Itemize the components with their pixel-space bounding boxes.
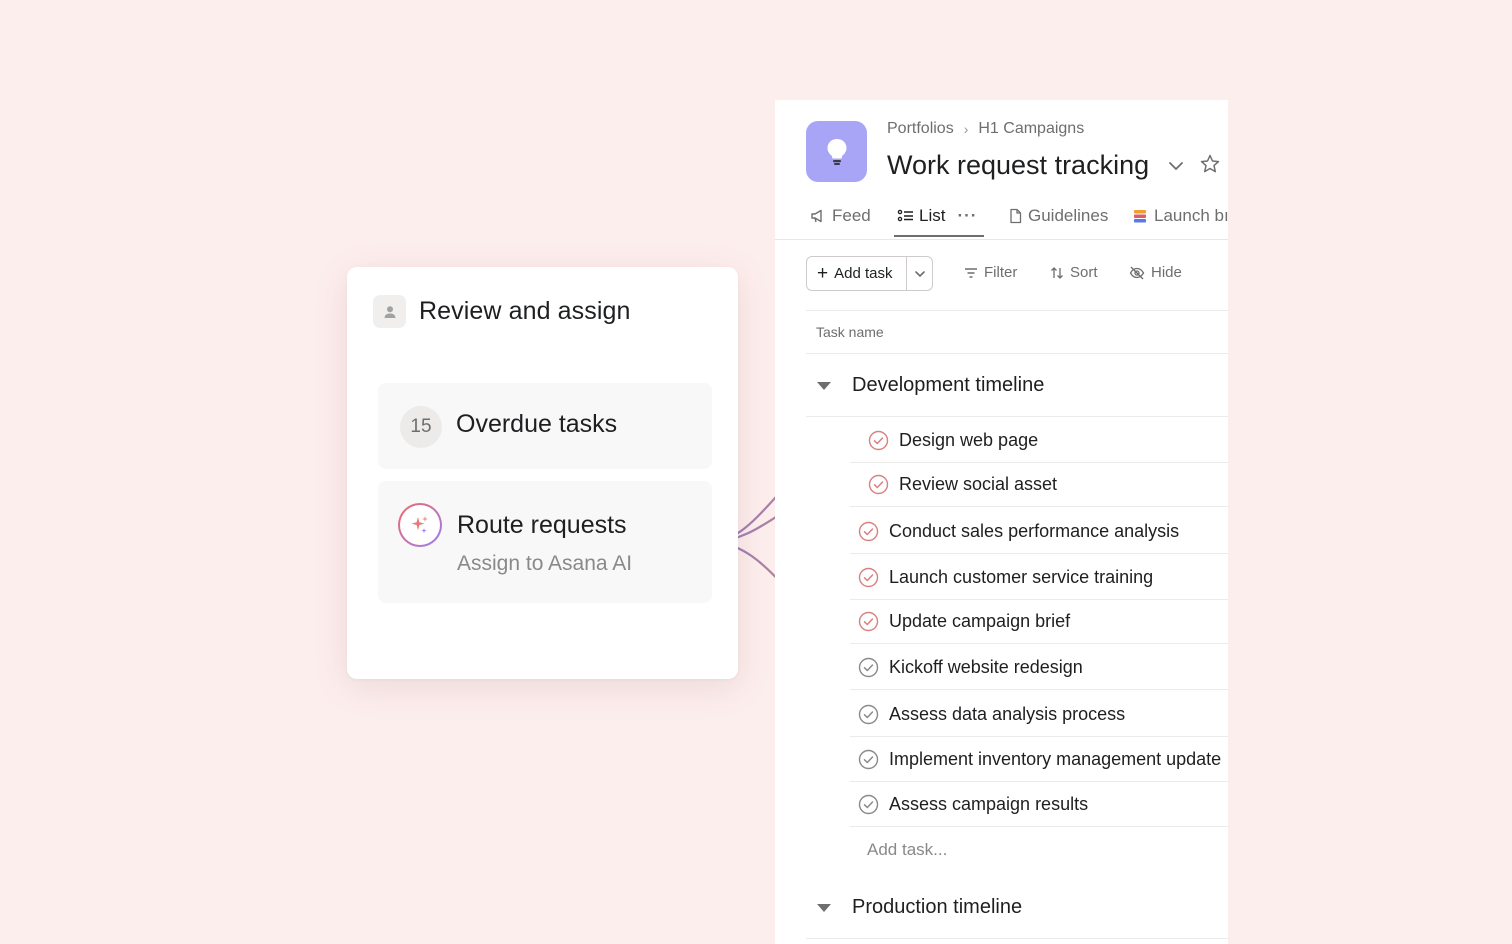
task-name: Assess data analysis process	[889, 703, 1126, 724]
check-circle-icon[interactable]	[868, 474, 889, 495]
project-title: Work request tracking	[887, 150, 1150, 180]
filter-button[interactable]: Filter	[964, 264, 1017, 281]
hide-label: Hide	[1151, 264, 1182, 281]
overdue-tasks-rule[interactable]: 15 Overdue tasks	[378, 383, 712, 469]
task-row[interactable]: Update campaign brief	[850, 599, 1228, 644]
task-row[interactable]: Conduct sales performance analysis	[850, 509, 1228, 554]
task-name: Assess campaign results	[889, 793, 1089, 814]
chevron-down-icon[interactable]	[1167, 157, 1185, 175]
column-header-task-name[interactable]: Task name	[806, 310, 1228, 354]
check-circle-icon[interactable]	[868, 430, 889, 451]
section-development-timeline[interactable]: Development timeline	[806, 355, 1228, 417]
section-production-timeline[interactable]: Production timeline	[806, 877, 1228, 939]
tab-feed[interactable]: Feed	[810, 206, 871, 240]
breadcrumb-h1-campaigns[interactable]: H1 Campaigns	[978, 120, 1084, 138]
task-row[interactable]: Implement inventory management update	[850, 737, 1228, 782]
review-and-assign-card: Review and assign 15 Overdue tasks Route…	[347, 267, 738, 679]
task-name: Kickoff website redesign	[889, 656, 1083, 677]
card-header: Review and assign	[373, 295, 631, 328]
project-panel: Portfolios › H1 Campaigns Work request t…	[775, 100, 1228, 944]
active-tab-indicator	[894, 235, 984, 237]
check-circle-icon[interactable]	[858, 567, 879, 588]
list-icon	[897, 209, 913, 222]
task-row[interactable]: Review social asset	[850, 462, 1228, 507]
check-circle-icon[interactable]	[858, 521, 879, 542]
overdue-count-badge: 15	[400, 406, 442, 448]
add-task-button[interactable]: + Add task	[806, 256, 933, 291]
sort-label: Sort	[1070, 264, 1098, 281]
chevron-down-icon[interactable]	[913, 267, 927, 281]
caret-down-icon[interactable]	[817, 903, 831, 912]
task-name: Update campaign brief	[889, 610, 1071, 631]
document-icon	[1010, 208, 1022, 224]
megaphone-icon	[811, 209, 822, 223]
routing-connector-lines	[712, 438, 853, 625]
route-requests-label: Route requests	[457, 511, 627, 539]
task-name: Launch customer service training	[889, 566, 1154, 587]
task-row[interactable]: Launch customer service training	[850, 555, 1228, 600]
task-row[interactable]: Kickoff website redesign	[850, 645, 1228, 690]
section-title: Development timeline	[852, 374, 1045, 396]
chevron-right-icon: ›	[963, 121, 969, 137]
tab-launch-label: Launch bı	[1154, 206, 1228, 225]
route-requests-rule[interactable]: Route requests Assign to Asana AI	[378, 481, 712, 603]
task-name: Design web page	[899, 429, 1039, 450]
overdue-tasks-label: Overdue tasks	[456, 410, 618, 438]
filter-icon	[965, 267, 977, 278]
add-task-inline[interactable]: Add task...	[867, 840, 947, 860]
task-row[interactable]: Design web page	[850, 418, 1228, 463]
tab-guidelines[interactable]: Guidelines	[1008, 206, 1108, 240]
add-task-label: Add task	[834, 265, 893, 282]
sort-button[interactable]: Sort	[1050, 264, 1098, 281]
tab-list-more-icon[interactable]: ···	[957, 206, 977, 226]
task-name: Review social asset	[899, 473, 1058, 494]
tab-list-label: List	[919, 206, 946, 225]
check-circle-icon[interactable]	[858, 704, 879, 725]
tab-guidelines-label: Guidelines	[1028, 206, 1109, 225]
breadcrumb-portfolios[interactable]: Portfolios	[887, 120, 954, 138]
check-circle-icon[interactable]	[858, 611, 879, 632]
card-title: Review and assign	[419, 297, 631, 325]
caret-down-icon[interactable]	[817, 381, 831, 390]
hide-button[interactable]: Hide	[1129, 264, 1182, 281]
star-icon[interactable]	[1199, 153, 1221, 175]
launch-icon	[1134, 210, 1146, 223]
route-requests-subtitle: Assign to Asana AI	[457, 552, 633, 575]
task-row[interactable]: Assess data analysis process	[850, 692, 1228, 737]
button-divider	[906, 257, 907, 290]
section-title: Production timeline	[852, 896, 1023, 918]
check-circle-icon[interactable]	[858, 749, 879, 770]
person-icon	[373, 295, 406, 328]
task-row[interactable]: Assess campaign results	[850, 782, 1228, 827]
task-name: Conduct sales performance analysis	[889, 520, 1180, 541]
eye-slash-icon	[1129, 266, 1145, 279]
breadcrumb: Portfolios › H1 Campaigns	[887, 120, 1084, 138]
tab-feed-label: Feed	[832, 206, 871, 225]
project-tabs: Feed List ··· Guidelines Launch bı	[775, 200, 1228, 240]
filter-label: Filter	[984, 264, 1018, 281]
lightbulb-icon	[806, 121, 867, 182]
task-name: Implement inventory management update	[889, 748, 1222, 769]
check-circle-icon[interactable]	[858, 657, 879, 678]
tab-launch[interactable]: Launch bı	[1132, 206, 1228, 240]
plus-icon: +	[817, 263, 829, 284]
sort-icon	[1051, 266, 1063, 279]
sparkle-icon	[398, 503, 442, 547]
check-circle-icon[interactable]	[858, 794, 879, 815]
